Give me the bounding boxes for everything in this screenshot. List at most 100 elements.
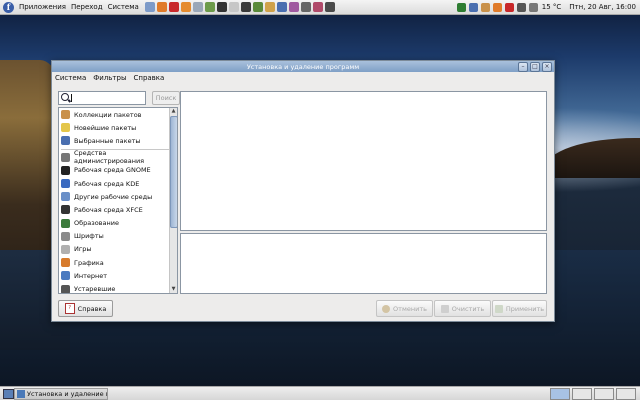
fedora-logo-icon[interactable]: f [3,1,14,13]
category-item[interactable]: Рабочая среда XFCE [59,203,177,216]
category-label: Другие рабочие среды [74,192,153,201]
screen-icon[interactable] [324,2,335,12]
app-icon[interactable] [228,2,239,12]
photo-icon[interactable] [312,2,323,12]
category-label: Средства администрирования [74,149,145,166]
category-label: Выбранные пакеты [74,136,141,145]
category-label: Коллекции пакетов [74,110,142,119]
education-icon [61,218,70,228]
clear-button-label: Очистить [451,304,485,313]
chat-icon[interactable] [288,2,299,12]
terminal-icon[interactable] [216,2,227,12]
scroll-down-icon[interactable]: ▼ [170,286,177,293]
category-scrollbar[interactable]: ▲ ▼ [169,108,177,293]
sound-icon[interactable] [528,2,538,12]
workspace-3[interactable] [594,388,614,400]
category-item[interactable]: Рабочая среда GNOME [59,164,177,177]
category-item[interactable]: Игры [59,243,177,256]
maximize-button[interactable]: □ [530,62,540,72]
system-tray: 15 °C Птн, 20 Авг, 16:00 [454,0,640,14]
desktops-icon [61,192,70,202]
category-label: Игры [74,245,92,254]
panel-launchers [144,2,337,12]
fonts-icon [61,231,70,241]
document-icon[interactable] [192,2,203,12]
music-icon[interactable] [204,2,215,12]
cancel-icon [382,304,391,313]
workspace-switcher [548,388,636,400]
category-items: Коллекции пакетов Новейшие пакеты Выбранны… [59,108,177,293]
workspace-2[interactable] [572,388,592,400]
opera-icon[interactable] [168,2,179,12]
firefox-icon[interactable] [492,2,502,12]
search-button[interactable]: Поиск [152,91,180,105]
admin-tools-icon [61,152,70,162]
firefox-alt-icon[interactable] [180,2,191,12]
settings-icon[interactable] [300,2,311,12]
player-icon[interactable] [240,2,251,12]
menu-filters[interactable]: Фильтры [93,74,126,82]
category-item[interactable]: Рабочая среда KDE [59,177,177,190]
taskbar-window-button[interactable]: Установка и удаление пр... [14,388,108,400]
category-item[interactable]: Образование [59,217,177,230]
network-icon[interactable] [516,2,526,12]
category-item[interactable]: Шрифты [59,230,177,243]
weather-readout[interactable]: 15 °C [542,3,562,11]
firefox-icon[interactable] [156,2,167,12]
top-panel: f Приложения Переход Система 15 °C Птн, … [0,0,640,15]
panel-menu-system[interactable]: Система [108,3,139,11]
menu-help[interactable]: Справка [133,74,164,82]
show-desktop-icon[interactable] [3,389,14,399]
category-label: Графика [74,258,104,267]
category-item[interactable]: Новейшие пакеты [59,121,177,134]
web-icon[interactable] [276,2,287,12]
panel-menu-applications[interactable]: Приложения [19,3,66,11]
help-button[interactable]: ? Справка [58,300,113,317]
user-icon[interactable] [468,2,478,12]
minimize-button[interactable]: – [518,62,528,72]
category-item[interactable]: Устаревшие [59,282,177,293]
category-label: Образование [74,219,119,228]
window-menubar: Система Фильтры Справка [52,72,554,84]
magnifier-icon [61,136,70,146]
search-input[interactable] [58,91,146,105]
package-details-pane[interactable] [180,233,547,294]
pane-splitter[interactable] [177,107,179,292]
flag-icon[interactable] [504,2,514,12]
menu-system[interactable]: Система [55,74,86,82]
add-remove-programs-window: Установка и удаление программ – □ × Сист… [51,60,555,322]
workspace-1[interactable] [550,388,570,400]
apply-checkmark-icon [494,304,503,313]
category-item[interactable]: Интернет [59,269,177,282]
weather-icon[interactable] [480,2,490,12]
category-label: Рабочая среда GNOME [74,166,151,175]
mail-icon[interactable] [144,2,155,12]
category-item[interactable]: Коллекции пакетов [59,108,177,121]
category-label: Рабочая среда XFCE [74,205,143,214]
category-list: Коллекции пакетов Новейшие пакеты Выбранны… [58,107,178,294]
media-icon[interactable] [252,2,263,12]
category-item[interactable]: Другие рабочие среды [59,190,177,203]
editor-icon[interactable] [264,2,275,12]
category-item[interactable]: Выбранные пакеты [59,134,177,147]
window-titlebar[interactable]: Установка и удаление программ – □ × [52,61,554,72]
taskbar-window-label: Установка и удаление пр... [27,390,107,398]
close-button[interactable]: × [542,62,552,72]
tree-icon[interactable] [456,2,466,12]
cancel-button[interactable]: Отменить [376,300,433,317]
panel-clock[interactable]: Птн, 20 Авг, 16:00 [569,3,636,11]
clear-icon [440,304,449,313]
package-list-pane[interactable] [180,91,547,231]
window-title: Установка и удаление программ [246,62,360,71]
category-item[interactable]: Средства администрирования [59,149,177,166]
category-label: Шрифты [74,232,104,241]
legacy-icon [61,284,70,293]
clear-button[interactable]: Очистить [434,300,491,317]
apply-button[interactable]: Применить [492,300,547,317]
category-item[interactable]: Графика [59,256,177,269]
scroll-up-icon[interactable]: ▲ [170,108,177,115]
package-collection-icon [61,110,70,120]
panel-menu-places[interactable]: Переход [71,3,103,11]
search-icon [61,93,69,101]
workspace-4[interactable] [616,388,636,400]
